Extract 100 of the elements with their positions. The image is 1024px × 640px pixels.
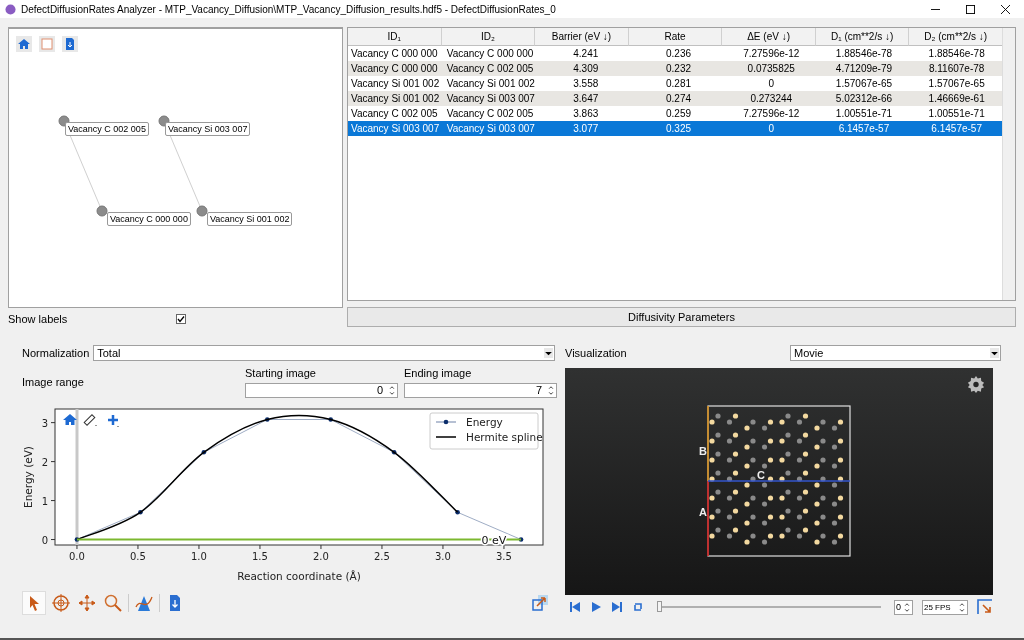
- maximize-icon[interactable]: [966, 4, 975, 14]
- table-cell-text: 0.236: [665, 47, 693, 61]
- axis-label: B: [699, 445, 707, 457]
- table-cell-text: 7.27596e-12: [742, 107, 801, 121]
- node-label: Vacancy Si 003 007: [165, 122, 251, 136]
- close-icon[interactable]: [1001, 4, 1010, 14]
- column-header[interactable]: Rate: [628, 28, 723, 46]
- table-cell-text: 3.558: [572, 77, 600, 91]
- table-cell-text: 6.1457e-57: [837, 122, 891, 136]
- play-icon[interactable]: [590, 601, 602, 613]
- column-header[interactable]: Barrier (eV ↓): [535, 28, 629, 46]
- settings-icon[interactable]: [967, 375, 985, 393]
- node-label: Vacancy C 000 000: [107, 212, 191, 226]
- popout-icon[interactable]: [529, 592, 551, 614]
- x-tick-label: 3.5: [496, 551, 512, 562]
- ending-image-spinbox[interactable]: 7: [404, 383, 557, 398]
- axis-label: A: [699, 506, 707, 518]
- table-cell-text: 0.0735825: [746, 62, 796, 76]
- table-cell-text: 4.309: [572, 62, 600, 76]
- zoom-icon[interactable]: [102, 592, 124, 614]
- x-tick-label: 1.5: [252, 551, 268, 562]
- table-cell-text: 4.71209e-79: [834, 62, 894, 76]
- table-cell-text: Vacancy C 000 000: [445, 47, 535, 61]
- data-point: [455, 509, 460, 515]
- table-cell-text: Vacancy Si 001 002: [445, 77, 536, 91]
- crosshair-icon[interactable]: [50, 592, 72, 614]
- node-icon[interactable]: [96, 205, 108, 217]
- save-icon[interactable]: [62, 36, 78, 52]
- table-cell-text: 3.077: [572, 122, 600, 136]
- table-row[interactable]: Vacancy Si 003 007 Vacancy Si 003 007 3.077 0.325 0 6.1457e-57 6.1457e-57: [348, 121, 1003, 136]
- y-tick-label: 1: [41, 495, 48, 507]
- table-cell-text: 3.863: [572, 107, 600, 121]
- table-row[interactable]: Vacancy C 000 000 Vacancy C 002 005 4.309 0.232 0.0735825 4.71209e-79 8.11607e-78: [348, 61, 1003, 76]
- ruler-icon[interactable]: [83, 414, 97, 426]
- table-row[interactable]: Vacancy Si 001 002 Vacancy Si 003 007 3.647 0.274 0.273244 5.02312e-66 1.46669e-61: [348, 91, 1003, 106]
- table-cell-text: 1.00551e-71: [834, 107, 894, 121]
- y-tick-label: 2: [41, 456, 48, 468]
- spin-arrows-icon[interactable]: [547, 384, 555, 397]
- starting-image-spinbox[interactable]: 0: [245, 383, 398, 398]
- window-title: DefectDiffusionRates Analyzer - MTP_Vacancy_Diffusion\MTP_Vacancy_Diffusion_results.hdf5 - DefectDiffusionRates_0: [21, 3, 557, 15]
- table-cell-text: Vacancy Si 001 002: [350, 77, 441, 91]
- plus-icon[interactable]: [106, 413, 120, 427]
- table-cell-text: 0.259: [665, 107, 693, 121]
- data-point: [328, 417, 333, 422]
- axis-label: C: [757, 469, 765, 481]
- y-axis: 0 1 2 3: [41, 417, 56, 546]
- home-icon[interactable]: [16, 36, 32, 52]
- legend-marker-icon: [435, 419, 457, 425]
- table-cell-text: Vacancy Si 003 007: [350, 122, 441, 136]
- skip-forward-icon[interactable]: [611, 601, 623, 613]
- slider-handle[interactable]: [657, 601, 662, 612]
- table-cell-text: 4.241: [572, 47, 600, 61]
- move-icon[interactable]: [76, 592, 98, 614]
- scrollbar[interactable]: [1002, 28, 1015, 300]
- visualization-dropdown[interactable]: Movie: [790, 345, 1001, 361]
- column-header[interactable]: D₁ (cm**2/s ↓): [815, 28, 910, 46]
- visualization-label: Visualization: [565, 347, 627, 359]
- column-header[interactable]: ID₂: [441, 28, 536, 46]
- table-cell-text: 3.647: [572, 92, 600, 106]
- ending-image-label: Ending image: [404, 367, 473, 379]
- loop-icon[interactable]: [632, 601, 644, 613]
- column-header[interactable]: D₂ (cm**2/s ↓): [909, 28, 1004, 46]
- x-axis-label: Reaction coordinate (Å): [237, 570, 361, 582]
- table-cell-text: Vacancy C 000 000: [350, 62, 439, 76]
- data-point: [391, 449, 397, 455]
- legend-label: Hermite spline: [466, 431, 543, 443]
- normalization-dropdown[interactable]: Total: [93, 345, 555, 361]
- table-cell-text: 0.325: [665, 122, 693, 136]
- table-cell-text: 0.281: [665, 77, 693, 91]
- x-tick-label: 0.5: [130, 551, 146, 562]
- structure-viewport[interactable]: B C A: [565, 368, 993, 595]
- table-cell-text: 1.00551e-71: [927, 107, 986, 121]
- dropdown-arrow-icon[interactable]: [544, 348, 553, 358]
- skip-back-icon[interactable]: [569, 601, 581, 613]
- column-header[interactable]: ID₁: [348, 28, 442, 46]
- x-tick-label: 1.0: [191, 551, 207, 562]
- app-icon: [5, 3, 16, 15]
- resize-icon[interactable]: [977, 599, 993, 615]
- spin-arrows-icon[interactable]: [388, 384, 396, 397]
- column-header[interactable]: ΔE (eV ↓): [722, 28, 816, 46]
- pointer-icon[interactable]: [22, 591, 46, 615]
- spin-arrows-icon[interactable]: [958, 600, 966, 614]
- table-cell-text: Vacancy Si 001 002: [350, 92, 441, 106]
- fps-spinbox[interactable]: 25 FPS: [922, 599, 968, 615]
- dropdown-arrow-icon[interactable]: [990, 348, 999, 358]
- table-cell-text: Vacancy C 002 005: [445, 107, 535, 121]
- checkbox[interactable]: [176, 314, 186, 325]
- home-icon[interactable]: [63, 414, 77, 425]
- x-tick-label: 2.0: [313, 551, 329, 562]
- data-point: [518, 537, 524, 542]
- node-icon[interactable]: [196, 205, 208, 217]
- image-range-label: Image range: [21, 376, 85, 388]
- table-cell-text: 1.88546e-78: [927, 47, 986, 61]
- frame-spinbox[interactable]: 0: [894, 599, 913, 615]
- spin-arrows-icon[interactable]: [903, 600, 911, 614]
- table-cell-text: 1.57067e-65: [834, 77, 894, 91]
- table-cell-text: 1.46669e-61: [927, 92, 986, 106]
- legend-line-icon: [435, 436, 457, 438]
- table-cell-text: Vacancy Si 003 007: [445, 122, 536, 136]
- diffusivity-parameters-button[interactable]: Diffusivity Parameters: [347, 307, 1016, 327]
